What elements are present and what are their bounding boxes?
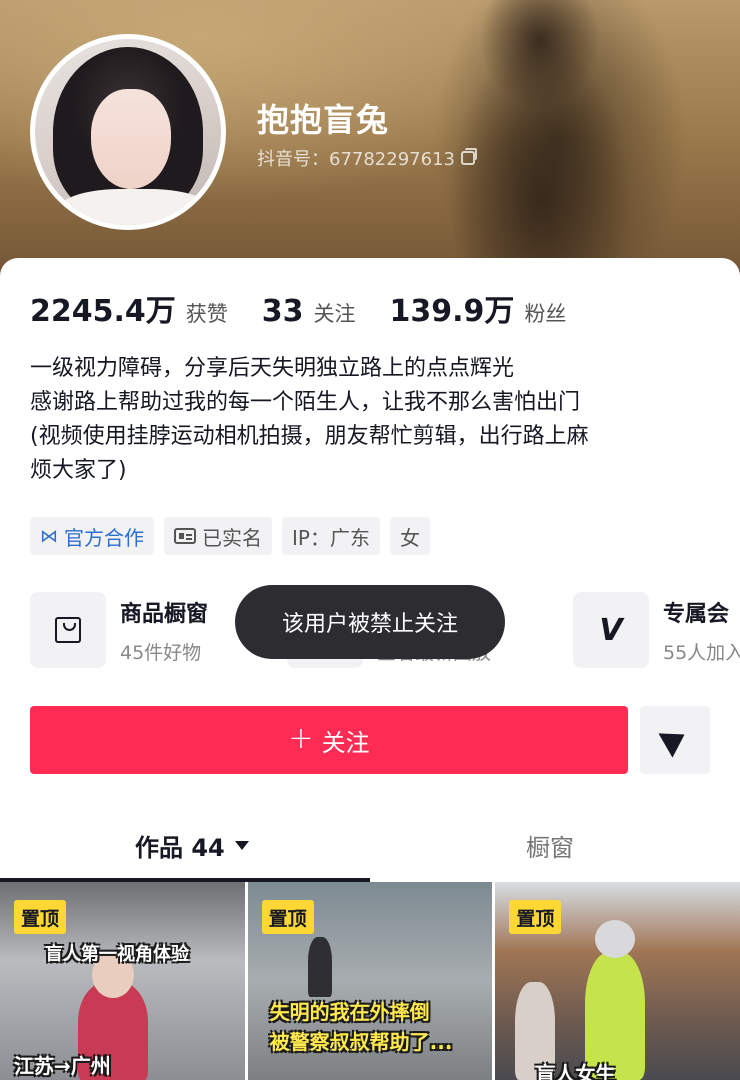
member-title[interactable]: 专属会 bbox=[663, 596, 729, 628]
shop-window-title[interactable]: 商品橱窗 bbox=[120, 596, 208, 628]
video-caption: 江苏→广州 bbox=[14, 1054, 111, 1078]
cooperation-icon: ⋈ bbox=[40, 525, 58, 547]
video-grid: 置顶 盲人第一视角体验 江苏→广州 置顶 失明的我在外摔倒 被警察叔叔帮助了..… bbox=[0, 882, 740, 1080]
pinned-badge: 置顶 bbox=[261, 900, 314, 934]
send-icon bbox=[658, 722, 692, 758]
tag-row: ⋈ 官方合作 已实名 IP：广东 女 bbox=[30, 517, 430, 555]
id-card-icon bbox=[174, 528, 196, 544]
v-icon: V bbox=[599, 612, 623, 648]
followers-label[interactable]: 粉丝 bbox=[524, 298, 566, 328]
pinned-badge: 置顶 bbox=[14, 900, 67, 934]
following-count[interactable]: 33 bbox=[262, 294, 304, 329]
shopping-bag-icon bbox=[55, 617, 81, 643]
thumbnail-figure bbox=[307, 937, 332, 997]
caret-down-icon[interactable] bbox=[234, 841, 249, 850]
bio-line: 烦大家了) bbox=[30, 458, 127, 483]
bio-line: (视频使用挂脖运动相机拍摄，朋友帮忙剪辑，出行路上麻 bbox=[30, 424, 589, 449]
bio-line: 一级视力障碍，分享后天失明独立路上的点点辉光 bbox=[30, 356, 515, 381]
douyin-id-row[interactable]: 抖音号：67782297613 bbox=[257, 145, 477, 171]
avatar[interactable] bbox=[30, 34, 226, 230]
tab-works[interactable]: 作品 44 bbox=[135, 828, 249, 863]
member-count: 55人加入 bbox=[663, 642, 740, 664]
member-entry[interactable]: V bbox=[573, 592, 649, 668]
followers-count[interactable]: 139.9万 bbox=[390, 286, 515, 330]
video-thumbnail[interactable]: 置顶 失明的我在外摔倒 被警察叔叔帮助了... bbox=[247, 882, 493, 1080]
tag-label: 女 bbox=[399, 525, 420, 550]
profile-card: 2245.4万 获赞 33 关注 139.9万 粉丝 一级视力障碍，分享后天失明… bbox=[0, 258, 740, 1080]
nickname: 抱抱盲兔 bbox=[257, 101, 390, 139]
plus-icon: + bbox=[288, 721, 314, 756]
following-label[interactable]: 关注 bbox=[314, 298, 356, 328]
shop-window-entry[interactable] bbox=[30, 592, 106, 668]
avatar-face bbox=[91, 89, 171, 189]
shop-window-count: 45件好物 bbox=[120, 642, 202, 664]
follow-button[interactable]: + 关注 bbox=[30, 706, 628, 774]
douyin-id: 抖音号：67782297613 bbox=[257, 149, 455, 170]
bio-line: 感谢路上帮助过我的每一个陌生人，让我不那么害怕出门 bbox=[30, 390, 581, 415]
bio: 一级视力障碍，分享后天失明独立路上的点点辉光 感谢路上帮助过我的每一个陌生人，让… bbox=[30, 352, 710, 488]
gender-tag: 女 bbox=[389, 517, 430, 555]
tab-works-label: 作品 44 bbox=[135, 834, 225, 862]
copy-icon[interactable] bbox=[460, 148, 477, 165]
tag-label: 已实名 bbox=[202, 525, 262, 550]
ip-location-tag: IP：广东 bbox=[282, 517, 380, 555]
toast-message: 该用户被禁止关注 bbox=[235, 585, 505, 659]
share-button[interactable] bbox=[640, 706, 710, 774]
stats-row: 2245.4万 获赞 33 关注 139.9万 粉丝 bbox=[30, 286, 600, 330]
likes-label: 获赞 bbox=[185, 302, 228, 326]
video-caption: 被警察叔叔帮助了... bbox=[269, 1030, 453, 1054]
verified-tag: 已实名 bbox=[164, 517, 272, 555]
tag-label: IP：广东 bbox=[292, 525, 370, 550]
video-caption: 失明的我在外摔倒 bbox=[269, 1000, 430, 1024]
follow-button-label: 关注 bbox=[321, 728, 370, 757]
likes-count: 2245.4万 bbox=[30, 294, 176, 329]
official-cooperation-tag[interactable]: ⋈ 官方合作 bbox=[30, 517, 154, 555]
pinned-badge: 置顶 bbox=[509, 900, 562, 934]
thumbnail-face bbox=[595, 920, 636, 958]
video-caption: 盲人女生 bbox=[535, 1062, 616, 1080]
video-caption: 盲人第一视角体验 bbox=[45, 944, 189, 965]
video-thumbnail[interactable]: 置顶 盲人第一视角体验 江苏→广州 bbox=[0, 882, 245, 1080]
avatar-shirt bbox=[55, 189, 215, 225]
content-tabs: 作品 44 橱窗 bbox=[0, 818, 740, 880]
tag-label: 官方合作 bbox=[64, 525, 144, 550]
video-thumbnail[interactable]: 置顶 盲人女生 bbox=[495, 882, 740, 1080]
tab-shop-window[interactable]: 橱窗 bbox=[526, 828, 574, 863]
